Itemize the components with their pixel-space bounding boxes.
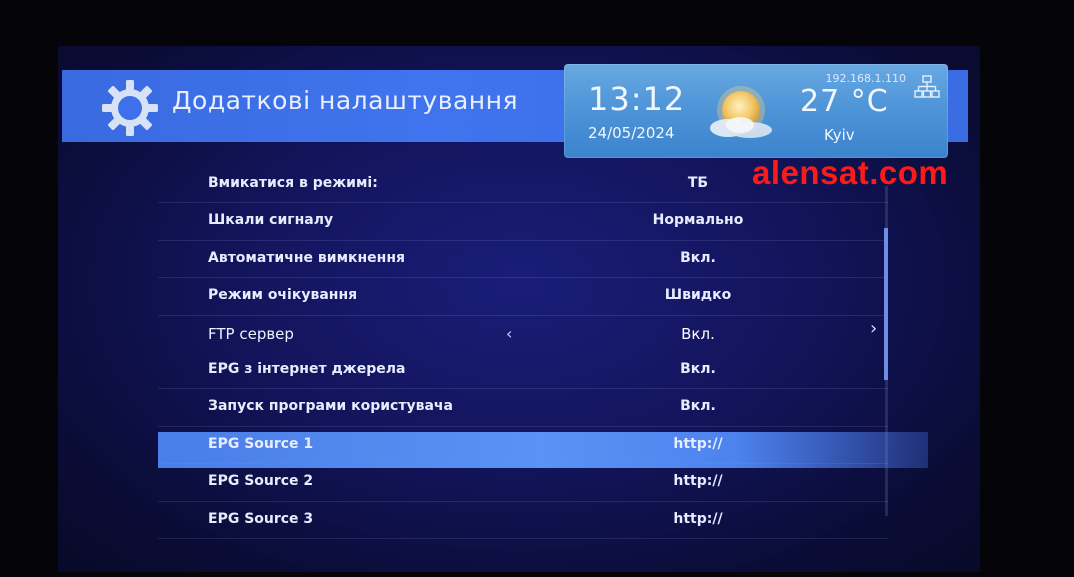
menu-item-label: Вмикатися в режимі: [208,175,378,191]
temperature: 27 °C [800,84,889,119]
menu-item-value: Вкл. [680,360,716,377]
menu-item-label: Шкали сигналу [208,212,334,229]
sun-cloud-icon [710,86,772,138]
menu-item-label: Запуск програми користувача [208,398,453,415]
menu-item-user-program[interactable]: Запуск програми користувача Вкл. [158,389,888,427]
menu-item-value: Швидко [664,287,732,304]
menu-item-auto-shutdown[interactable]: Автоматичне вимкнення Вкл. [158,241,888,279]
menu-item-value: http:// [673,435,723,452]
scrollbar-thumb[interactable] [884,228,888,380]
menu-item-label: Режим очікування [208,287,358,304]
menu-item-value: ТБ [687,175,709,191]
menu-item-epg-source-3[interactable]: EPG Source 3 http:// [158,502,888,539]
tv-screen: Додаткові налаштування 192.168.1.110 13:… [58,46,980,572]
status-panel: 192.168.1.110 13:12 24/05/2024 27 °C Kyi… [564,64,948,158]
menu-item-value: Вкл. [681,324,715,343]
menu-item-label: EPG з інтернет джерела [208,360,406,377]
network-icon [914,75,940,98]
clock: 13:12 [588,80,686,118]
menu-item-ftp-server[interactable]: FTP сервер ‹ Вкл. [158,316,888,352]
chevron-right-icon[interactable]: › [870,318,877,339]
menu-item-power-on-mode[interactable]: Вмикатися в режимі: ТБ [158,166,888,204]
menu-item-label: EPG Source 2 [208,473,314,490]
gear-icon [102,80,158,136]
menu-item-epg-source-2[interactable]: EPG Source 2 http:// [158,464,888,502]
date: 24/05/2024 [588,124,675,142]
settings-menu: Вмикатися в режимі: ТБ Шкали сигналу Нор… [158,166,928,539]
city: Kyiv [824,126,855,144]
menu-item-signal-bars[interactable]: Шкали сигналу Нормально [158,203,888,241]
menu-item-label: EPG Source 3 [208,510,314,527]
menu-item-value: Вкл. [680,398,716,415]
menu-item-epg-source-1[interactable]: EPG Source 1 http:// [158,427,888,465]
menu-item-value: Нормально [652,212,744,229]
menu-item-internet-epg[interactable]: EPG з інтернет джерела Вкл. [158,352,888,390]
menu-item-label: EPG Source 1 [208,435,314,452]
chevron-left-icon[interactable]: ‹ [506,324,512,343]
menu-item-label: Автоматичне вимкнення [208,249,406,266]
menu-item-label: FTP сервер [208,324,294,343]
page-title: Додаткові налаштування [172,86,518,115]
menu-item-value: http:// [673,510,723,527]
menu-item-value: http:// [673,473,723,490]
menu-item-standby-mode[interactable]: Режим очікування Швидко [158,278,888,316]
menu-item-value: Вкл. [680,249,716,266]
